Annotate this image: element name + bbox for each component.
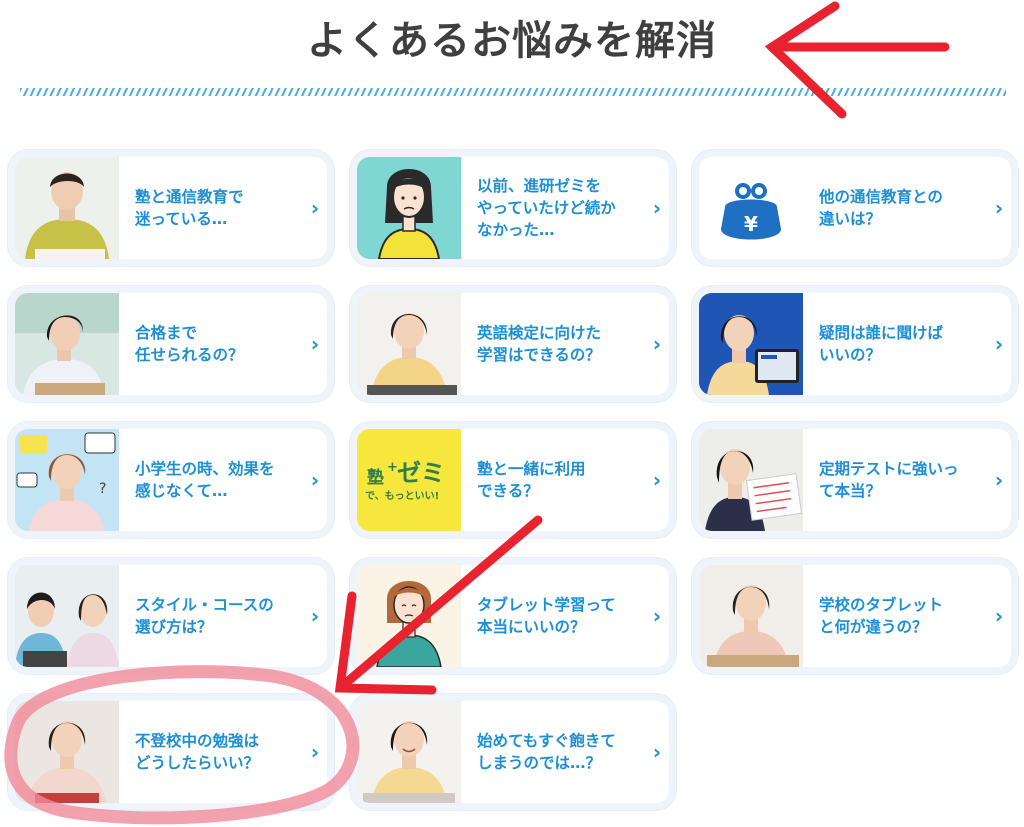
faq-card-label: 始めてもすぐ飽きて しまうのでは…？ [477,732,616,772]
faq-card-school-tablet[interactable]: 学校のタブレット と何が違うの？ › [692,558,1018,674]
chevron-right-icon: › [994,332,1004,356]
faq-card-quit-before[interactable]: 以前、進研ゼミを やっていたけど続か なかった… › [350,150,676,266]
stripe-divider [20,88,1006,96]
chevron-right-icon: › [310,196,320,220]
faq-card-label: 以前、進研ゼミを やっていたけど続か なかった… [477,177,616,239]
student-photo [15,157,119,259]
faq-card-juku-vs-correspondence[interactable]: 塾と通信教育で 迷っている… › [8,150,334,266]
chevron-right-icon: › [310,332,320,356]
student-photo [357,293,461,395]
worried-woman-illustration [357,565,461,667]
faq-card-label: 定期テストに強いっ て本当？ [819,460,959,500]
chevron-right-icon: › [994,604,1004,628]
faq-card-who-to-ask[interactable]: 疑問は誰に聞けば いいの？ › [692,286,1018,402]
chevron-right-icon: › [310,604,320,628]
faq-card-label: 合格まで 任せられるの？ [135,324,244,364]
faq-card-tablet-learning[interactable]: タブレット学習って 本当にいいの？ › [350,558,676,674]
faq-card-regular-tests[interactable]: 定期テストに強いっ て本当？ › [692,422,1018,538]
two-students-photo [15,565,119,667]
student-photo [15,701,119,803]
chevron-right-icon: › [652,332,662,356]
faq-card-grid: 塾と通信教育で 迷っている… › 以前、進研ゼミを やっていたけど続か なかった… [8,150,1018,810]
chevron-right-icon: › [652,468,662,492]
student-photo [699,565,803,667]
yen-purse-icon: ¥ [699,157,803,259]
faq-card-label: 学校のタブレット と何が違うの？ [819,596,944,636]
juku-plus-zemi-badge: 塾 + ゼミ で、もっといい! [357,429,461,531]
student-photo [15,293,119,395]
faq-card-elementary-effect[interactable]: ? 小学生の時、効果を 感じなくて… › [8,422,334,538]
faq-card-label: 他の通信教育との 違いは？ [819,188,943,228]
student-photo [357,701,461,803]
chevron-right-icon: › [652,740,662,764]
faq-card-style-course[interactable]: スタイル・コースの 選び方は？ › [8,558,334,674]
faq-card-label: スタイル・コースの 選び方は？ [135,596,274,636]
faq-card-label: 疑問は誰に聞けば いいの？ [819,324,944,364]
student-tablet-photo [699,293,803,395]
badge-text-sub: で、もっといい! [365,490,439,502]
chevron-right-icon: › [652,604,662,628]
faq-card-label: タブレット学習って 本当にいいの？ [477,596,616,636]
chevron-right-icon: › [310,468,320,492]
faq-card-futoko[interactable]: 不登校中の勉強は どうしたらいい？ › [8,694,334,810]
faq-card-get-bored[interactable]: 始めてもすぐ飽きて しまうのでは…？ › [350,694,676,810]
faq-card-label: 英語検定に向けた 学習はできるの？ [477,324,602,364]
faq-card-difference[interactable]: ¥ 他の通信教育との 違いは？ › [692,150,1018,266]
worried-girl-illustration [357,157,461,259]
faq-card-until-pass[interactable]: 合格まで 任せられるの？ › [8,286,334,402]
faq-card-label: 不登校中の勉強は どうしたらいい？ [135,732,260,772]
faq-card-label: 小学生の時、効果を 感じなくて… [135,460,275,500]
chevron-right-icon: › [994,468,1004,492]
page-title: よくあるお悩みを解消 [307,18,717,64]
badge-text-zemi: ゼミ [397,459,445,487]
svg-text:?: ? [99,481,106,497]
faq-card-eiken[interactable]: 英語検定に向けた 学習はできるの？ › [350,286,676,402]
faq-card-label: 塾と一緒に利用 できる？ [477,460,586,500]
student-photo [699,429,803,531]
chevron-right-icon: › [994,196,1004,220]
svg-text:¥: ¥ [744,212,758,236]
chevron-right-icon: › [310,740,320,764]
chevron-right-icon: › [652,196,662,220]
faq-card-use-with-juku[interactable]: 塾 + ゼミ で、もっといい! 塾と一緒に利用 できる？ › [350,422,676,538]
badge-text-juku: 塾 [367,467,384,488]
faq-page: よくあるお悩みを解消 塾と通信教育で 迷っている… › 以前、進研ゼミを やって… [0,0,1024,827]
faq-card-label: 塾と通信教育で 迷っている… [135,188,244,228]
thinking-girl-photo: ? [15,429,119,531]
